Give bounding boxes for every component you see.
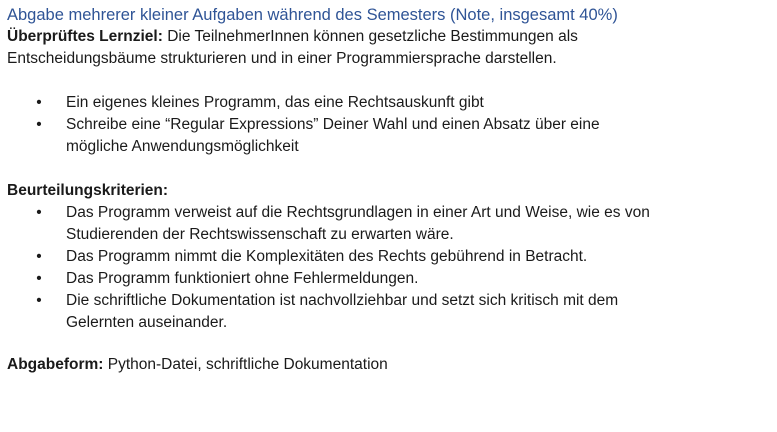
bullet-icon: • (36, 204, 42, 221)
task-text-line1: Ein eigenes kleines Programm, das eine R… (66, 94, 484, 111)
kriterien-list: • Das Programm verweist auf die Rechtsgr… (7, 202, 767, 334)
kriterien-label: Beurteilungskriterien: (7, 182, 169, 199)
bullet-icon: • (36, 248, 42, 265)
list-item: • Schreibe eine “Regular Expressions” De… (7, 114, 767, 158)
list-item: • Ein eigenes kleines Programm, das eine… (7, 92, 767, 114)
kriterium-text-line2: Studierenden der Rechtswissenschaft zu e… (66, 226, 454, 243)
bullet-icon: • (36, 270, 42, 287)
list-item: • Das Programm verweist auf die Rechtsgr… (7, 202, 767, 246)
list-item: • Die schriftliche Dokumentation ist nac… (7, 290, 767, 334)
task-text-line1: Schreibe eine “Regular Expressions” Dein… (66, 116, 600, 133)
bullet-icon: • (36, 116, 42, 133)
bullet-icon: • (36, 94, 42, 111)
abgabeform-label: Abgabeform: (7, 356, 104, 373)
lernziel-label: Überprüftes Lernziel: (7, 28, 163, 45)
task-text-line2: mögliche Anwendungsmöglichkeit (66, 138, 299, 155)
kriterium-text-line1: Die schriftliche Dokumentation ist nachv… (66, 292, 619, 309)
document-page: Abgabe mehrerer kleiner Aufgaben während… (0, 0, 777, 432)
kriterien-heading: Beurteilungskriterien: (7, 180, 767, 202)
lernziel-paragraph: Überprüftes Lernziel: Die TeilnehmerInne… (7, 26, 767, 70)
abgabeform-paragraph: Abgabeform: Python-Datei, schriftliche D… (7, 354, 767, 376)
kriterium-text-line2: Gelernten auseinander. (66, 314, 228, 331)
kriterium-text-line1: Das Programm verweist auf die Rechtsgrun… (66, 204, 650, 221)
lernziel-text-line2: Entscheidungsbäume strukturieren und in … (7, 50, 557, 67)
abgabeform-text: Python-Datei, schriftliche Dokumentation (103, 356, 388, 373)
lernziel-text-line1: Die TeilnehmerInnen können gesetzliche B… (162, 28, 578, 45)
kriterium-text-line1: Das Programm nimmt die Komplexitäten des… (66, 248, 588, 265)
kriterium-text-line1: Das Programm funktioniert ohne Fehlermel… (66, 270, 419, 287)
section-heading: Abgabe mehrerer kleiner Aufgaben während… (7, 6, 618, 24)
bullet-icon: • (36, 292, 42, 309)
list-item: • Das Programm funktioniert ohne Fehlerm… (7, 268, 767, 290)
task-list: • Ein eigenes kleines Programm, das eine… (7, 92, 767, 158)
list-item: • Das Programm nimmt die Komplexitäten d… (7, 246, 767, 268)
